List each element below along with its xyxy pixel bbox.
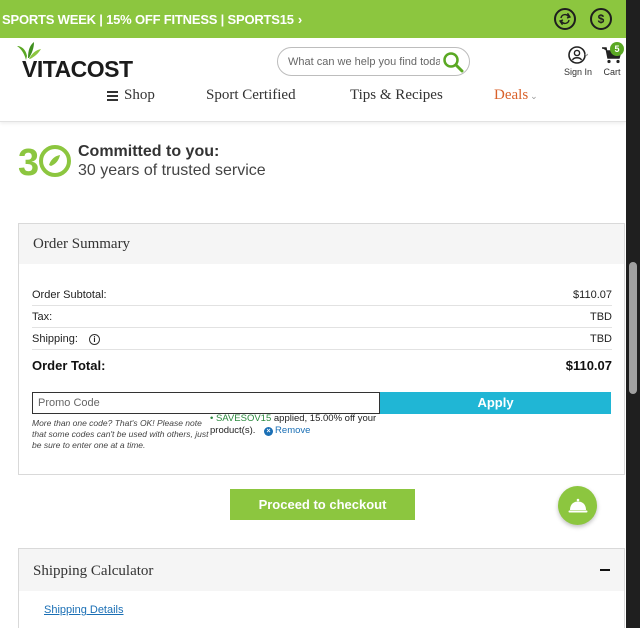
- apply-button[interactable]: Apply: [380, 392, 611, 414]
- subtotal-value: $110.07: [573, 288, 612, 301]
- order-total-row: Order Total: $110.07: [32, 350, 612, 380]
- chevron-down-icon: ⌄: [530, 91, 538, 101]
- shipping-row: Shipping: i TBD: [32, 328, 612, 350]
- cart-count-badge: 5: [610, 42, 624, 56]
- order-total-label: Order Total:: [32, 357, 106, 373]
- chevron-right-icon: ›: [297, 11, 302, 27]
- svg-text:3: 3: [18, 142, 39, 179]
- info-icon[interactable]: i: [88, 333, 100, 345]
- subtotal-label: Order Subtotal:: [32, 288, 107, 301]
- tax-label: Tax:: [32, 310, 53, 323]
- promo-bar[interactable]: SPORTS WEEK | 15% OFF FITNESS | SPORTS15…: [0, 0, 626, 38]
- hamburger-icon: [107, 90, 118, 101]
- order-summary-title: Order Summary: [19, 224, 624, 264]
- sign-in-button[interactable]: Sign In: [562, 46, 594, 77]
- search-box[interactable]: [277, 47, 470, 76]
- service-bell-icon: [568, 498, 587, 512]
- search-input[interactable]: [288, 53, 440, 71]
- shipping-calculator-header[interactable]: Shipping Calculator: [19, 549, 624, 591]
- shipping-label-group: Shipping: i: [32, 333, 100, 345]
- cart-label: Cart: [603, 67, 621, 77]
- main-nav: Shop Sport Certified Tips & Recipes Deal…: [0, 87, 626, 107]
- nav-shop-label: Shop: [124, 87, 155, 103]
- thirty-years-logo: 3: [18, 142, 71, 179]
- commitment-banner: 3 Committed to you: 30 years of trusted …: [18, 141, 318, 181]
- promo-text: SPORTS WEEK | 15% OFF FITNESS | SPORTS15: [2, 11, 294, 27]
- nav-tips-recipes[interactable]: Tips & Recipes: [350, 87, 443, 104]
- scrollbar[interactable]: [626, 0, 640, 628]
- subtotal-row: Order Subtotal: $110.07: [32, 284, 612, 306]
- shipping-calculator-panel: Shipping Calculator Shipping Details: [18, 548, 625, 628]
- logo-text: VITACOST: [22, 56, 133, 82]
- site-header: VITACOST Sign In 5: [0, 38, 626, 122]
- shipping-details-link[interactable]: Shipping Details: [44, 604, 124, 616]
- nav-shop[interactable]: Shop: [107, 87, 155, 104]
- help-bell-button[interactable]: [558, 486, 597, 525]
- tax-row: Tax: TBD: [32, 306, 612, 328]
- collapse-icon[interactable]: [600, 569, 610, 571]
- page: SPORTS WEEK | 15% OFF FITNESS | SPORTS15…: [0, 0, 626, 628]
- shipping-label: Shipping:: [32, 332, 78, 345]
- commitment-title: Committed to you:: [78, 143, 220, 160]
- commitment-subtitle: 30 years of trusted service: [78, 162, 266, 179]
- proceed-to-checkout-button[interactable]: Proceed to checkout: [230, 489, 415, 520]
- shipping-value: TBD: [590, 332, 612, 345]
- search-icon[interactable]: [442, 51, 464, 73]
- remove-link[interactable]: Remove: [275, 425, 310, 436]
- remove-icon[interactable]: ×: [264, 427, 274, 436]
- cart-button[interactable]: 5 Cart: [598, 42, 626, 77]
- reorder-icon[interactable]: [554, 8, 576, 30]
- promo-code-input[interactable]: [32, 392, 380, 414]
- dollar-icon[interactable]: $: [590, 8, 612, 30]
- promo-banner-link[interactable]: SPORTS WEEK | 15% OFF FITNESS | SPORTS15…: [2, 12, 302, 27]
- shipping-calculator-title: Shipping Calculator: [33, 563, 154, 579]
- user-icon: [568, 46, 588, 64]
- tax-value: TBD: [590, 310, 612, 323]
- nav-sport-certified[interactable]: Sport Certified: [206, 87, 296, 104]
- order-total-value: $110.07: [565, 357, 612, 373]
- applied-promo: • SAVESOV15 applied, 15.00% off your pro…: [210, 413, 400, 437]
- nav-deals-label: Deals: [494, 87, 529, 103]
- applied-code: • SAVESOV15: [210, 413, 272, 424]
- vitacost-logo[interactable]: VITACOST: [8, 40, 133, 82]
- sign-in-label: Sign In: [563, 67, 593, 77]
- promo-note: More than one code? That's OK! Please no…: [32, 418, 209, 450]
- scrollbar-thumb[interactable]: [629, 262, 637, 394]
- order-summary-rows: Order Subtotal: $110.07 Tax: TBD Shippin…: [32, 284, 612, 380]
- order-summary-panel: Order Summary Order Subtotal: $110.07 Ta…: [18, 223, 625, 475]
- nav-deals[interactable]: Deals ⌄: [494, 87, 538, 104]
